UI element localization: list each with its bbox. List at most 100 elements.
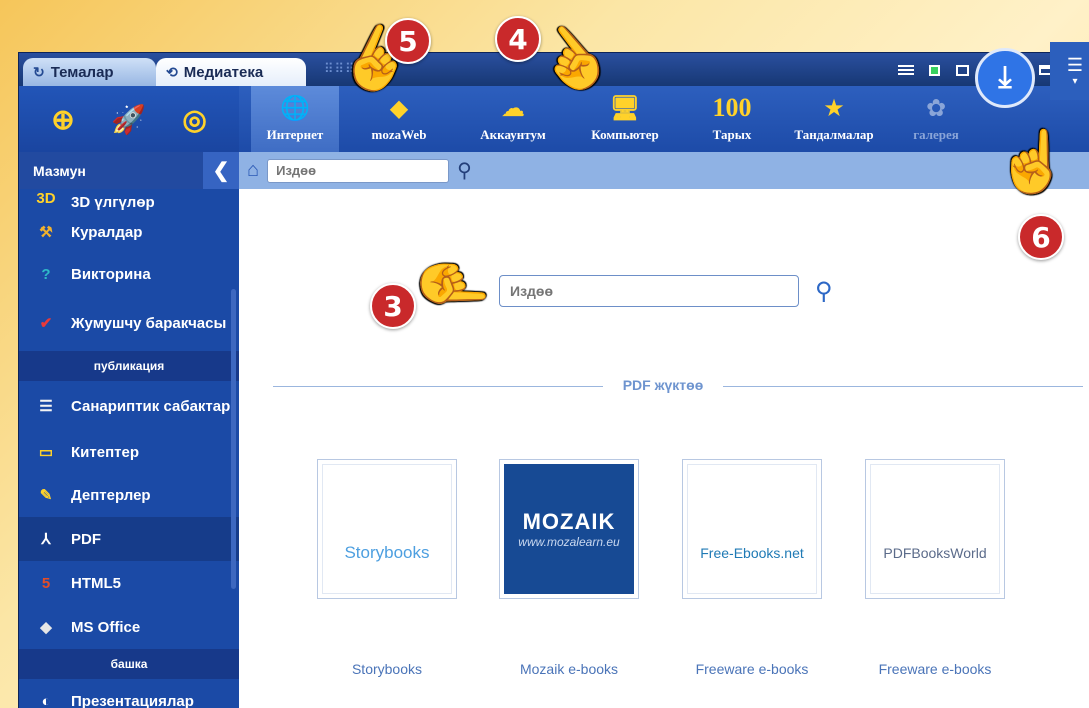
download-icon: ⤓ [998,61,1012,94]
more-menu-button[interactable]: ☰ ▾ [1050,42,1089,100]
sidebar-item[interactable]: ◆ MS Office [19,605,239,649]
sidebar-item-label: 3D үлгүлөр [71,194,155,211]
toolbar-button-gallery[interactable]: ✿ галерея [894,86,978,152]
book-icon: ▭ [38,443,54,461]
toolbar-button-label: Компьютер [591,127,659,142]
callout-5: 5 [385,18,431,64]
dropdown-caret-icon: ▾ [1072,76,1078,87]
worksheet-icon: ✔ [39,314,53,332]
internet-icon: 🌐 [280,94,310,122]
tab-topics-label: Темалар [50,63,114,81]
home-icon[interactable]: ⌂ [247,159,259,182]
sidebar-item-label: MS Office [71,618,141,636]
toolbar-button-label: Тандалмалар [794,127,874,142]
green-square-icon[interactable] [922,58,946,82]
sidebar-title: Мазмун [33,162,86,179]
window-icon[interactable] [950,58,974,82]
sidebar-item-label: Китептер [71,443,139,461]
toolbar-search-input[interactable] [267,158,450,183]
ebook-source-tile[interactable]: MOZAIK www.mozalearn.eu [499,459,639,599]
media-icon: ⟲ [166,63,178,80]
sidebar-item-label: Викторина [71,265,151,283]
tile-logo-text: PDFBooksWorld [883,545,987,561]
notebook-icon: ✎ [39,486,53,504]
tab-topics[interactable]: ↻ Темалар [23,58,156,86]
tile-logo-text: MOZAIK [522,509,616,534]
tile-caption[interactable]: Freeware e-books [855,661,1015,677]
ebook-source-tile[interactable]: Storybooks [317,459,457,599]
sidebar-item[interactable]: ✔ Жумушчу баракчасы [19,295,239,351]
tile-caption[interactable]: Freeware e-books [672,661,832,677]
ms-office-icon: ◆ [40,618,52,636]
toolbar-button-label: галерея [913,127,959,142]
download-button[interactable]: ⤓ [975,48,1035,108]
tile-logo-subtext: www.mozalearn.eu [518,535,620,549]
toolbar-button-account[interactable]: ☁ Аккаунтум [461,86,565,152]
tile-caption[interactable]: Storybooks [307,661,467,677]
main-toolbar: 🌐 Интернет ◆ mozaWeb ☁ Аккаунтум 🖥 Компьютер 100… [239,86,1089,152]
menu-icon: ☰ [1066,55,1084,75]
hammer-icon: ⚒ [39,223,53,241]
main-search-icon[interactable]: ⚲ [815,277,833,306]
tile-caption[interactable]: Mozaik e-books [489,661,649,677]
favorites-icon: ★ [823,94,845,122]
sidebar-scrollbar[interactable] [231,289,236,589]
sidebar-list: 3D 3D үлгүлөр ⚒ Куралдар ? Викторина ✔ Жумушчу … [19,189,239,708]
sidebar-item[interactable]: ⚒ Куралдар [19,211,239,253]
chevron-left-icon[interactable]: ❮ [203,152,239,189]
sidebar-item[interactable]: ? Викторина [19,253,239,295]
search-icon[interactable]: ⚲ [457,158,472,183]
sidebar-item[interactable]: ◐ Презентациялар [19,679,239,708]
sidebar: ⊕ 🚀 ◎ Мазмун ❮ 3D 3D үлгүлөр ⚒ Куралдар ? Вик… [19,86,239,708]
sidebar-item[interactable]: ⅄ PDF [19,517,239,561]
presentation-icon: ◐ [41,692,51,708]
toolbar-button-computer[interactable]: 🖥 Компьютер [569,86,681,152]
tile-logo: PDFBooksWorld [870,464,1000,594]
tile-logo: MOZAIK www.mozalearn.eu [504,464,634,594]
rocket-icon[interactable]: 🚀 [111,103,146,136]
sidebar-section-label: публикация [19,351,239,381]
section-title: PDF жүктөө [622,377,704,393]
sidebar-item-label: Санариптик сабактар [71,397,231,415]
divider-right [723,386,1083,387]
gallery-icon: ✿ [925,94,947,122]
toolbar-button-history[interactable]: 100 Тарых [691,86,773,152]
sidebar-item[interactable]: ✎ Дептерлер [19,473,239,517]
app-window: ↻ Темалар ⟲ Медиатека ⠿⠿⠿ ? ✕ ⊕ 🚀 ◎ Мазм… [18,52,1089,708]
sidebar-item-label: HTML5 [71,574,121,592]
account-icon: ☁ [501,94,525,122]
sidebar-item-label: PDF [71,530,101,548]
ebook-source-tile[interactable]: PDFBooksWorld [865,459,1005,599]
sidebar-item[interactable]: 5 HTML5 [19,561,239,605]
layout-icon[interactable] [894,58,918,82]
target-icon[interactable]: ◎ [182,103,206,136]
computer-icon: 🖥 [609,94,641,122]
html5-icon: 5 [41,574,51,592]
divider-left [273,386,603,387]
sidebar-item[interactable]: ▭ Китептер [19,431,239,473]
toolbar-button-label: mozaWeb [371,127,427,142]
toolbar-button-label: Интернет [266,127,324,142]
refresh-icon: ↻ [33,63,45,80]
sidebar-item-label: Дептерлер [71,486,151,504]
sidebar-header: Мазмун ❮ [19,152,239,189]
toolbar-button-label: Аккаунтум [480,127,546,142]
callout-3: 3 [370,283,416,329]
sidebar-item[interactable]: 3D 3D үлгүлөр [19,189,239,212]
sidebar-item-label: Куралдар [71,223,143,241]
toolbar-button-favorites[interactable]: ★ Тандалмалар [779,86,889,152]
ebook-source-tile[interactable]: Free-Ebooks.net [682,459,822,599]
sidebar-item-label: Жумушчу баракчасы [71,314,227,332]
callout-6: 6 [1018,214,1064,260]
sidebar-item[interactable]: ☰ Санариптик сабактар [19,381,239,431]
tab-media-library[interactable]: ⟲ Медиатека [156,58,306,86]
main-search-input[interactable] [499,275,799,307]
add-icon[interactable]: ⊕ [51,103,74,136]
tile-logo: Free-Ebooks.net [687,464,817,594]
history-icon: 100 [712,93,752,122]
toolbar-button-internet[interactable]: 🌐 Интернет [251,86,339,152]
callout-4: 4 [495,16,541,62]
pointing-hand-icon: ☝ [995,128,1070,195]
digital-lesson-icon: ☰ [39,397,53,415]
sidebar-item-label: Презентациялар [71,692,194,708]
